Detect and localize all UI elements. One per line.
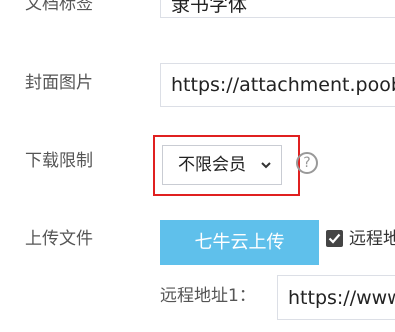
remote-address-checkbox[interactable] [326, 230, 343, 247]
check-icon [328, 233, 341, 244]
cover-image-input[interactable]: https://attachment.poob [160, 63, 395, 107]
remote-address-checkbox-label: 远程地 [349, 229, 395, 249]
doc-tag-value: 隶书字体 [171, 0, 248, 16]
cover-image-value: https://attachment.poob [171, 74, 395, 96]
doc-tag-label: 文档标签 [25, 0, 93, 14]
remote-address-value: https://www [288, 287, 395, 309]
document-edit-form: 文档标签 隶书字体 封面图片 https://attachment.poob 下… [0, 0, 395, 332]
help-icon[interactable]: ? [296, 152, 318, 174]
upload-file-label: 上传文件 [25, 229, 93, 249]
remote-address-label: 远程地址1： [160, 286, 256, 306]
download-limit-select[interactable]: 不限会员 [162, 145, 282, 185]
doc-tag-input[interactable]: 隶书字体 [160, 0, 395, 18]
download-limit-label: 下载限制 [25, 151, 93, 171]
remote-address-input[interactable]: https://www [277, 275, 395, 320]
chevron-down-icon [261, 162, 271, 169]
cover-image-label: 封面图片 [25, 73, 93, 93]
qiniu-upload-button[interactable]: 七牛云上传 [160, 220, 319, 265]
download-limit-selected: 不限会员 [178, 155, 246, 175]
download-limit-highlight: 不限会员 [153, 135, 300, 196]
